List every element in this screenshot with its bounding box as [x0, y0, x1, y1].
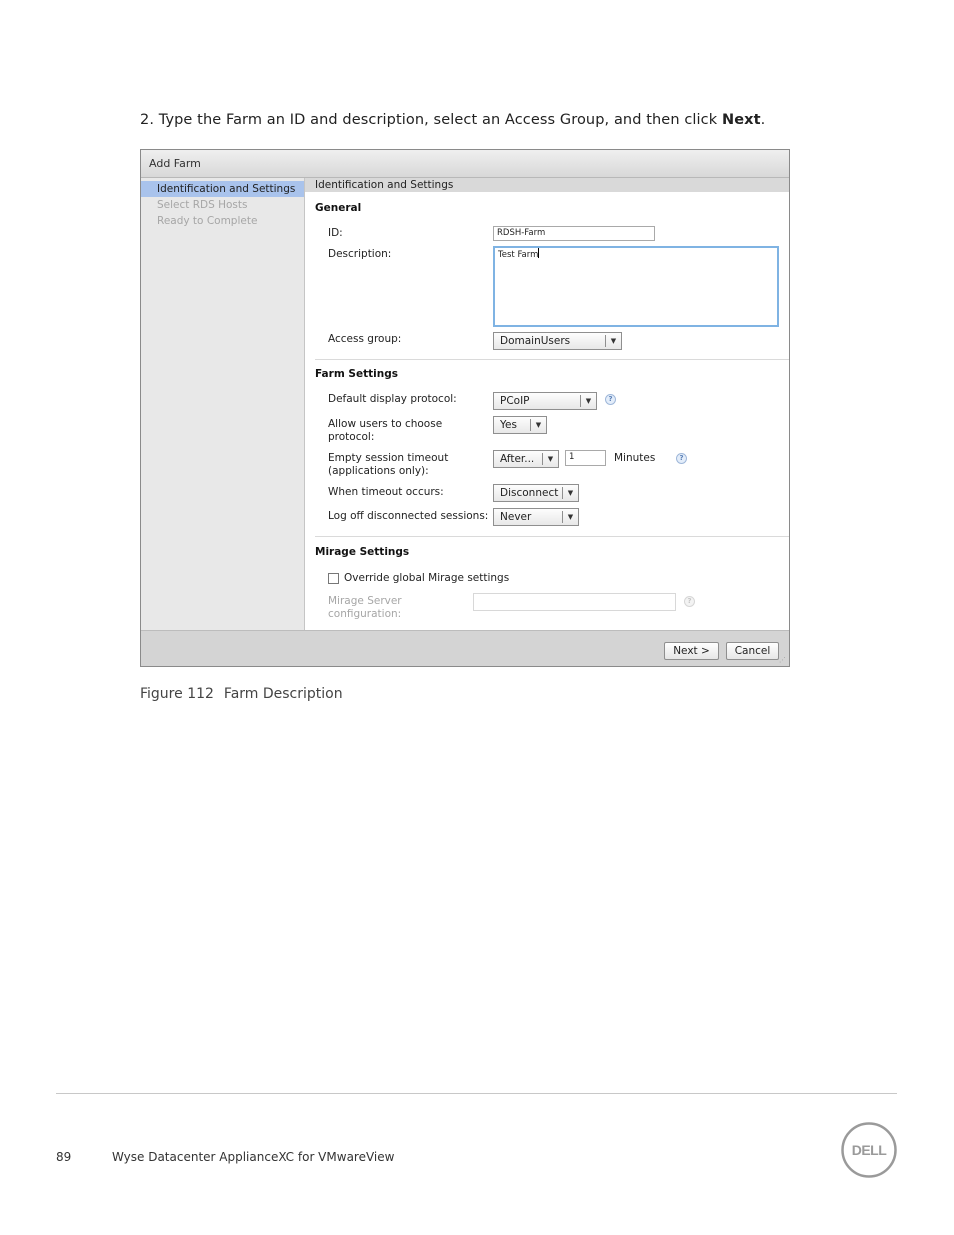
text-caret [538, 248, 540, 258]
help-icon[interactable]: ? [676, 453, 687, 464]
next-button[interactable]: Next > [664, 642, 719, 660]
timeout-minutes-input[interactable]: 1 [565, 450, 606, 466]
chevron-down-icon: ▼ [605, 335, 621, 347]
help-icon: ? [684, 596, 695, 607]
access-group-label: Access group: [328, 333, 402, 345]
mirage-server-label: Mirage Server configuration: [328, 595, 402, 620]
general-title: General [315, 202, 362, 214]
allow-choose-select[interactable]: Yes ▼ [493, 416, 547, 434]
allow-choose-label: Allow users to choose protocol: [328, 418, 443, 443]
help-icon[interactable]: ? [605, 394, 616, 405]
protocol-select[interactable]: PCoIP ▼ [493, 392, 597, 410]
footer-rule [56, 1093, 897, 1094]
mirage-settings-title: Mirage Settings [315, 546, 410, 558]
when-timeout-label: When timeout occurs: [328, 486, 444, 498]
nav-item-identification[interactable]: Identification and Settings [141, 181, 304, 197]
override-mirage-label: Override global Mirage settings [344, 572, 510, 584]
access-group-select[interactable]: DomainUsers ▼ [493, 332, 622, 350]
chevron-down-icon: ▼ [562, 487, 578, 499]
chevron-down-icon: ▼ [580, 395, 596, 407]
minutes-label: Minutes [614, 452, 656, 464]
logoff-select[interactable]: Never ▼ [493, 508, 579, 526]
override-mirage-checkbox[interactable] [328, 573, 339, 584]
page-number: 89 [56, 1150, 72, 1164]
logoff-label: Log off disconnected sessions: [328, 510, 489, 522]
figure-caption: Figure 112 Farm Description [140, 686, 343, 702]
chevron-down-icon: ▼ [542, 453, 558, 465]
nav-item-ready-to-complete: Ready to Complete [157, 215, 258, 227]
chevron-down-icon: ▼ [562, 511, 578, 523]
instruction-text: 2. Type the Farm an ID and description, … [140, 112, 766, 128]
svg-text:DELL: DELL [852, 1142, 888, 1158]
timeout-mode-select[interactable]: After... ▼ [493, 450, 559, 468]
figure-number: Figure 112 [140, 686, 214, 702]
description-textarea[interactable]: Test Farm [493, 246, 779, 327]
mirage-server-input [473, 593, 676, 611]
chevron-down-icon: ▼ [530, 419, 546, 431]
document-title: Wyse Datacenter ApplianceXC for VMwareVi… [112, 1150, 395, 1164]
farm-settings-title: Farm Settings [315, 368, 398, 380]
description-label: Description: [328, 248, 392, 260]
dialog-footer: Next > Cancel ⋰ [141, 630, 789, 666]
id-input[interactable]: RDSH-Farm [493, 226, 655, 241]
instruction-next-bold: Next [721, 112, 761, 128]
divider [315, 536, 789, 537]
add-farm-dialog: Add Farm Identification and Settings Sel… [140, 149, 790, 667]
id-label: ID: [328, 227, 343, 239]
resize-grip-icon[interactable]: ⋰ [779, 656, 787, 664]
nav-item-select-rds-hosts: Select RDS Hosts [157, 199, 248, 211]
cancel-button[interactable]: Cancel [726, 642, 779, 660]
wizard-nav: Identification and Settings Select RDS H… [141, 178, 305, 630]
dialog-title: Add Farm [141, 150, 789, 178]
when-timeout-select[interactable]: Disconnect ▼ [493, 484, 579, 502]
figure-title: Farm Description [223, 686, 343, 702]
section-header: Identification and Settings [305, 178, 789, 192]
protocol-label: Default display protocol: [328, 393, 457, 405]
divider [315, 359, 789, 360]
settings-panel: Identification and Settings General ID: … [305, 178, 789, 630]
timeout-label: Empty session timeout (applications only)… [328, 452, 449, 477]
dell-logo: DELL [841, 1122, 897, 1178]
